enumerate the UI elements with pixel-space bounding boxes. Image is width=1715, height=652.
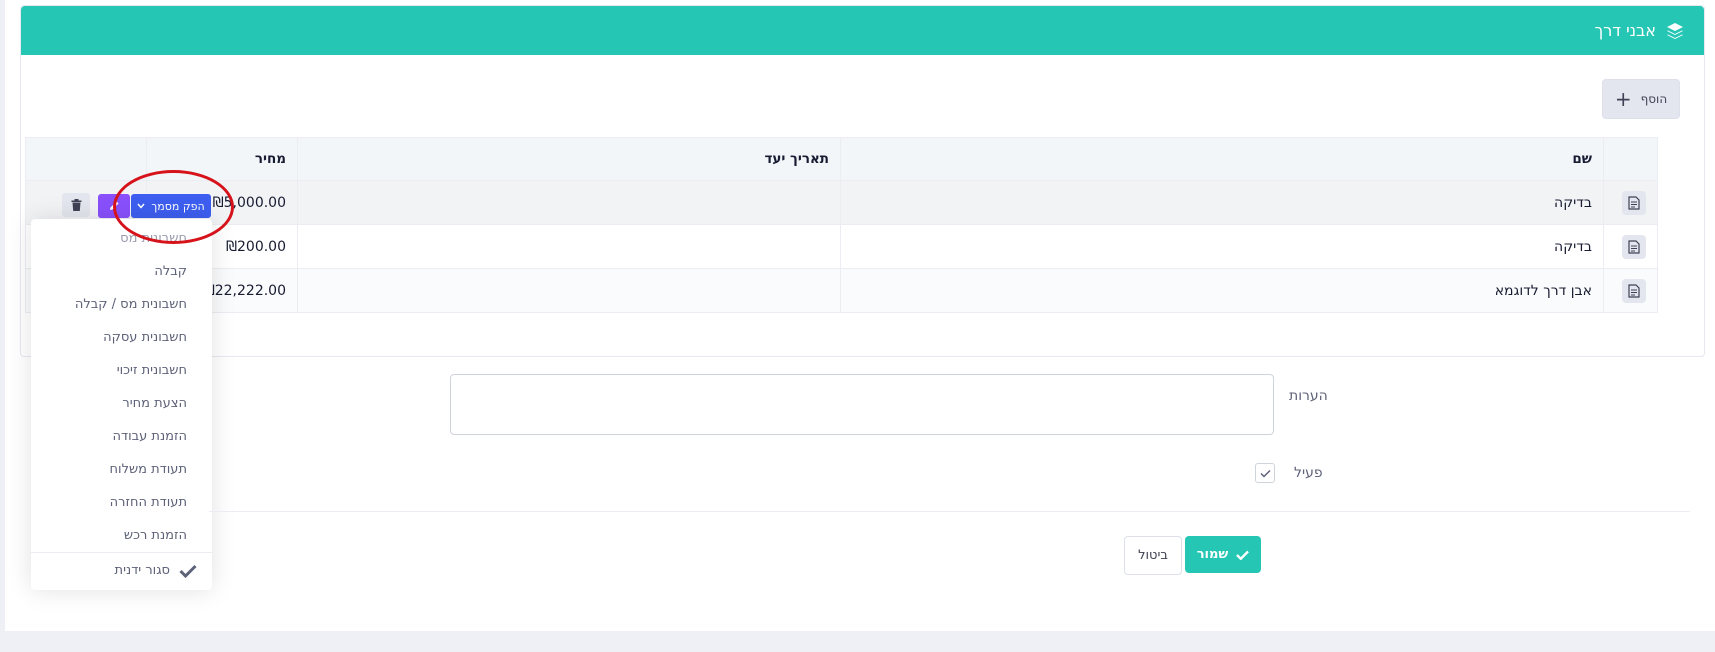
checkmark-icon <box>1259 469 1271 478</box>
table-row[interactable]: אבן דרך לדוגמא ₪22,222.00 <box>25 268 1658 313</box>
price-value: ₪5,000.00 <box>212 194 286 211</box>
trash-icon <box>71 199 81 211</box>
check-icon <box>1236 550 1250 560</box>
plus-icon: + <box>1614 87 1632 111</box>
table-header-row: שם תאריך יעד מחיר <box>25 137 1658 181</box>
header-price[interactable]: מחיר <box>146 137 298 181</box>
cancel-button[interactable]: ביטול <box>1124 536 1182 575</box>
add-button-label: הוסף <box>1640 92 1668 106</box>
menu-item[interactable]: חשבונית עסקה <box>103 330 187 345</box>
table-row[interactable]: בדיקה ₪5,000.00 <box>25 180 1658 225</box>
chevron-down-icon <box>137 203 145 209</box>
header-actions <box>25 137 147 181</box>
active-checkbox[interactable] <box>1255 463 1275 483</box>
price-value: ₪22,222.00 <box>203 282 286 299</box>
produce-document-label: הפק מסמך <box>151 199 205 213</box>
notes-label: הערות <box>1289 388 1328 404</box>
active-label: פעיל <box>1294 465 1323 481</box>
table-row[interactable]: בדיקה ₪200.00 <box>25 224 1658 269</box>
layers-icon <box>1666 22 1684 40</box>
edit-button[interactable] <box>98 194 130 218</box>
row-icon-cell <box>1603 268 1658 313</box>
cell-name: אבן דרך לדוגמא <box>840 268 1604 313</box>
menu-item[interactable]: תעודת החזרה <box>110 495 187 510</box>
header-target-date[interactable]: תאריך יעד <box>297 137 841 181</box>
row-icon-cell <box>1603 180 1658 225</box>
card-header: אבני דרך <box>21 6 1704 55</box>
menu-item[interactable]: חשבונית מס <box>120 231 187 246</box>
document-icon[interactable] <box>1622 190 1646 215</box>
menu-item[interactable]: הזמנת עבודה <box>113 429 188 444</box>
menu-item[interactable]: חשבונית זיכוי <box>117 363 187 378</box>
menu-item[interactable]: קבלה <box>154 264 187 279</box>
produce-document-menu: חשבונית מס קבלה חשבונית מס / קבלה חשבוני… <box>31 219 212 590</box>
header-name[interactable]: שם <box>840 137 1604 181</box>
price-value: ₪200.00 <box>226 238 286 255</box>
form-divider <box>209 511 1690 512</box>
save-button[interactable]: שמור <box>1185 536 1261 573</box>
notes-textarea[interactable] <box>450 374 1274 435</box>
check-icon <box>179 564 197 578</box>
header-icon-cell <box>1603 137 1658 181</box>
milestones-table: שם תאריך יעד מחיר בדיקה ₪5,000.00 בדיקה … <box>25 137 1658 313</box>
cell-target-date <box>297 268 841 313</box>
produce-document-button[interactable]: הפק מסמך <box>131 194 211 218</box>
save-label: שמור <box>1196 547 1229 562</box>
menu-item[interactable]: הזמנת רכש <box>124 528 187 543</box>
close-manually-item[interactable]: סגור ידנית <box>115 563 197 578</box>
close-manually-label: סגור ידנית <box>114 563 170 578</box>
cell-target-date <box>297 180 841 225</box>
row-icon-cell <box>1603 224 1658 269</box>
menu-item[interactable]: חשבונית מס / קבלה <box>75 297 187 312</box>
cancel-label: ביטול <box>1138 548 1168 563</box>
menu-item[interactable]: הצעת מחיר <box>122 396 187 411</box>
delete-button[interactable] <box>62 193 90 217</box>
menu-divider <box>31 552 212 553</box>
menu-item[interactable]: תעודת משלוח <box>110 462 187 477</box>
card-title: אבני דרך <box>1595 6 1684 55</box>
cell-target-date <box>297 224 841 269</box>
card-title-text: אבני דרך <box>1594 21 1656 40</box>
add-milestone-button[interactable]: הוסף + <box>1602 79 1680 119</box>
cell-name: בדיקה <box>840 180 1604 225</box>
document-icon[interactable] <box>1622 234 1646 259</box>
cell-name: בדיקה <box>840 224 1604 269</box>
pencil-icon <box>110 201 119 210</box>
document-icon[interactable] <box>1622 278 1646 303</box>
